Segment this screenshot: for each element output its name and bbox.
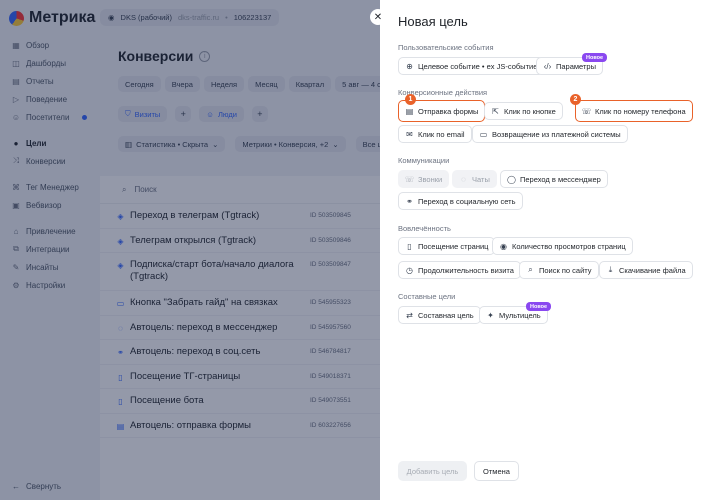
new-badge: Новое	[582, 53, 608, 62]
goal-type-js-event[interactable]: ⊕ Целевое событие • ex JS-событие	[398, 57, 545, 75]
sparkle-icon: ✦	[487, 310, 494, 320]
goal-type-composite[interactable]: ⇄ Составная цель	[398, 306, 481, 324]
page-icon: ▯	[407, 241, 412, 251]
goal-type-duration[interactable]: ◷ Продолжительность визита	[398, 261, 521, 279]
section-communications: Коммуникации	[398, 156, 450, 165]
goal-type-page-visit[interactable]: ▯ Посещение страниц	[398, 237, 496, 255]
section-engagement: Вовлечённость	[398, 224, 451, 233]
goal-type-email-click[interactable]: ✉ Клик по email	[398, 125, 472, 143]
goal-type-download[interactable]: ⤓ Скачивание файла	[599, 261, 693, 279]
sliders-icon: ⇄	[406, 310, 413, 320]
step-badge-1: 1	[405, 94, 416, 105]
goal-type-calls: ☏ Звонки	[398, 170, 450, 188]
goal-type-page-views[interactable]: ◉ Количество просмотров страниц	[492, 237, 633, 255]
goal-type-site-search[interactable]: ⌕ Поиск по сайту	[519, 261, 599, 279]
form-icon: ▤	[405, 106, 414, 116]
mail-icon: ✉	[406, 129, 413, 139]
close-icon: ✕	[373, 11, 383, 23]
goal-type-social[interactable]: ⚭ Переход в социальную сеть	[398, 192, 523, 210]
download-icon: ⤓	[608, 265, 613, 274]
step-badge-2: 2	[570, 94, 581, 105]
eye-icon: ◉	[500, 241, 507, 251]
card-icon: ▭	[479, 129, 488, 139]
phone-icon: ☏	[581, 106, 592, 116]
close-panel-button[interactable]: ✕	[370, 9, 386, 25]
cursor-click-icon: ⇱	[492, 106, 499, 116]
messenger-icon: ◯	[507, 174, 516, 184]
goal-type-phone-click[interactable]: ☏ Клик по номеру телефона	[575, 100, 693, 122]
clock-icon: ◷	[406, 265, 413, 275]
goal-type-payment-return[interactable]: ▭ Возвращение из платежной системы	[472, 125, 628, 143]
goal-type-messenger[interactable]: ◯ Переход в мессенджер	[500, 170, 608, 188]
new-goal-panel: Новая цель Пользовательские события ⊕ Цел…	[380, 0, 720, 500]
chat-icon: ◌	[461, 174, 466, 184]
modal-backdrop[interactable]	[0, 0, 380, 500]
add-goal-button[interactable]: Добавить цель	[398, 461, 467, 481]
code-icon: ‹/›	[543, 61, 552, 71]
cancel-button[interactable]: Отмена	[474, 461, 519, 481]
new-badge: Новое	[526, 302, 552, 311]
phone-icon: ☏	[404, 174, 415, 184]
section-user-events: Пользовательские события	[398, 43, 494, 52]
goal-type-chats: ◌ Чаты	[452, 170, 497, 188]
search-icon: ⌕	[528, 265, 533, 274]
goal-type-button-click[interactable]: ⇱ Клик по кнопке	[484, 102, 563, 120]
section-composite: Составные цели	[398, 292, 456, 301]
share-icon: ⚭	[406, 196, 413, 206]
target-icon: ⊕	[406, 61, 413, 71]
panel-title: Новая цель	[398, 14, 468, 29]
